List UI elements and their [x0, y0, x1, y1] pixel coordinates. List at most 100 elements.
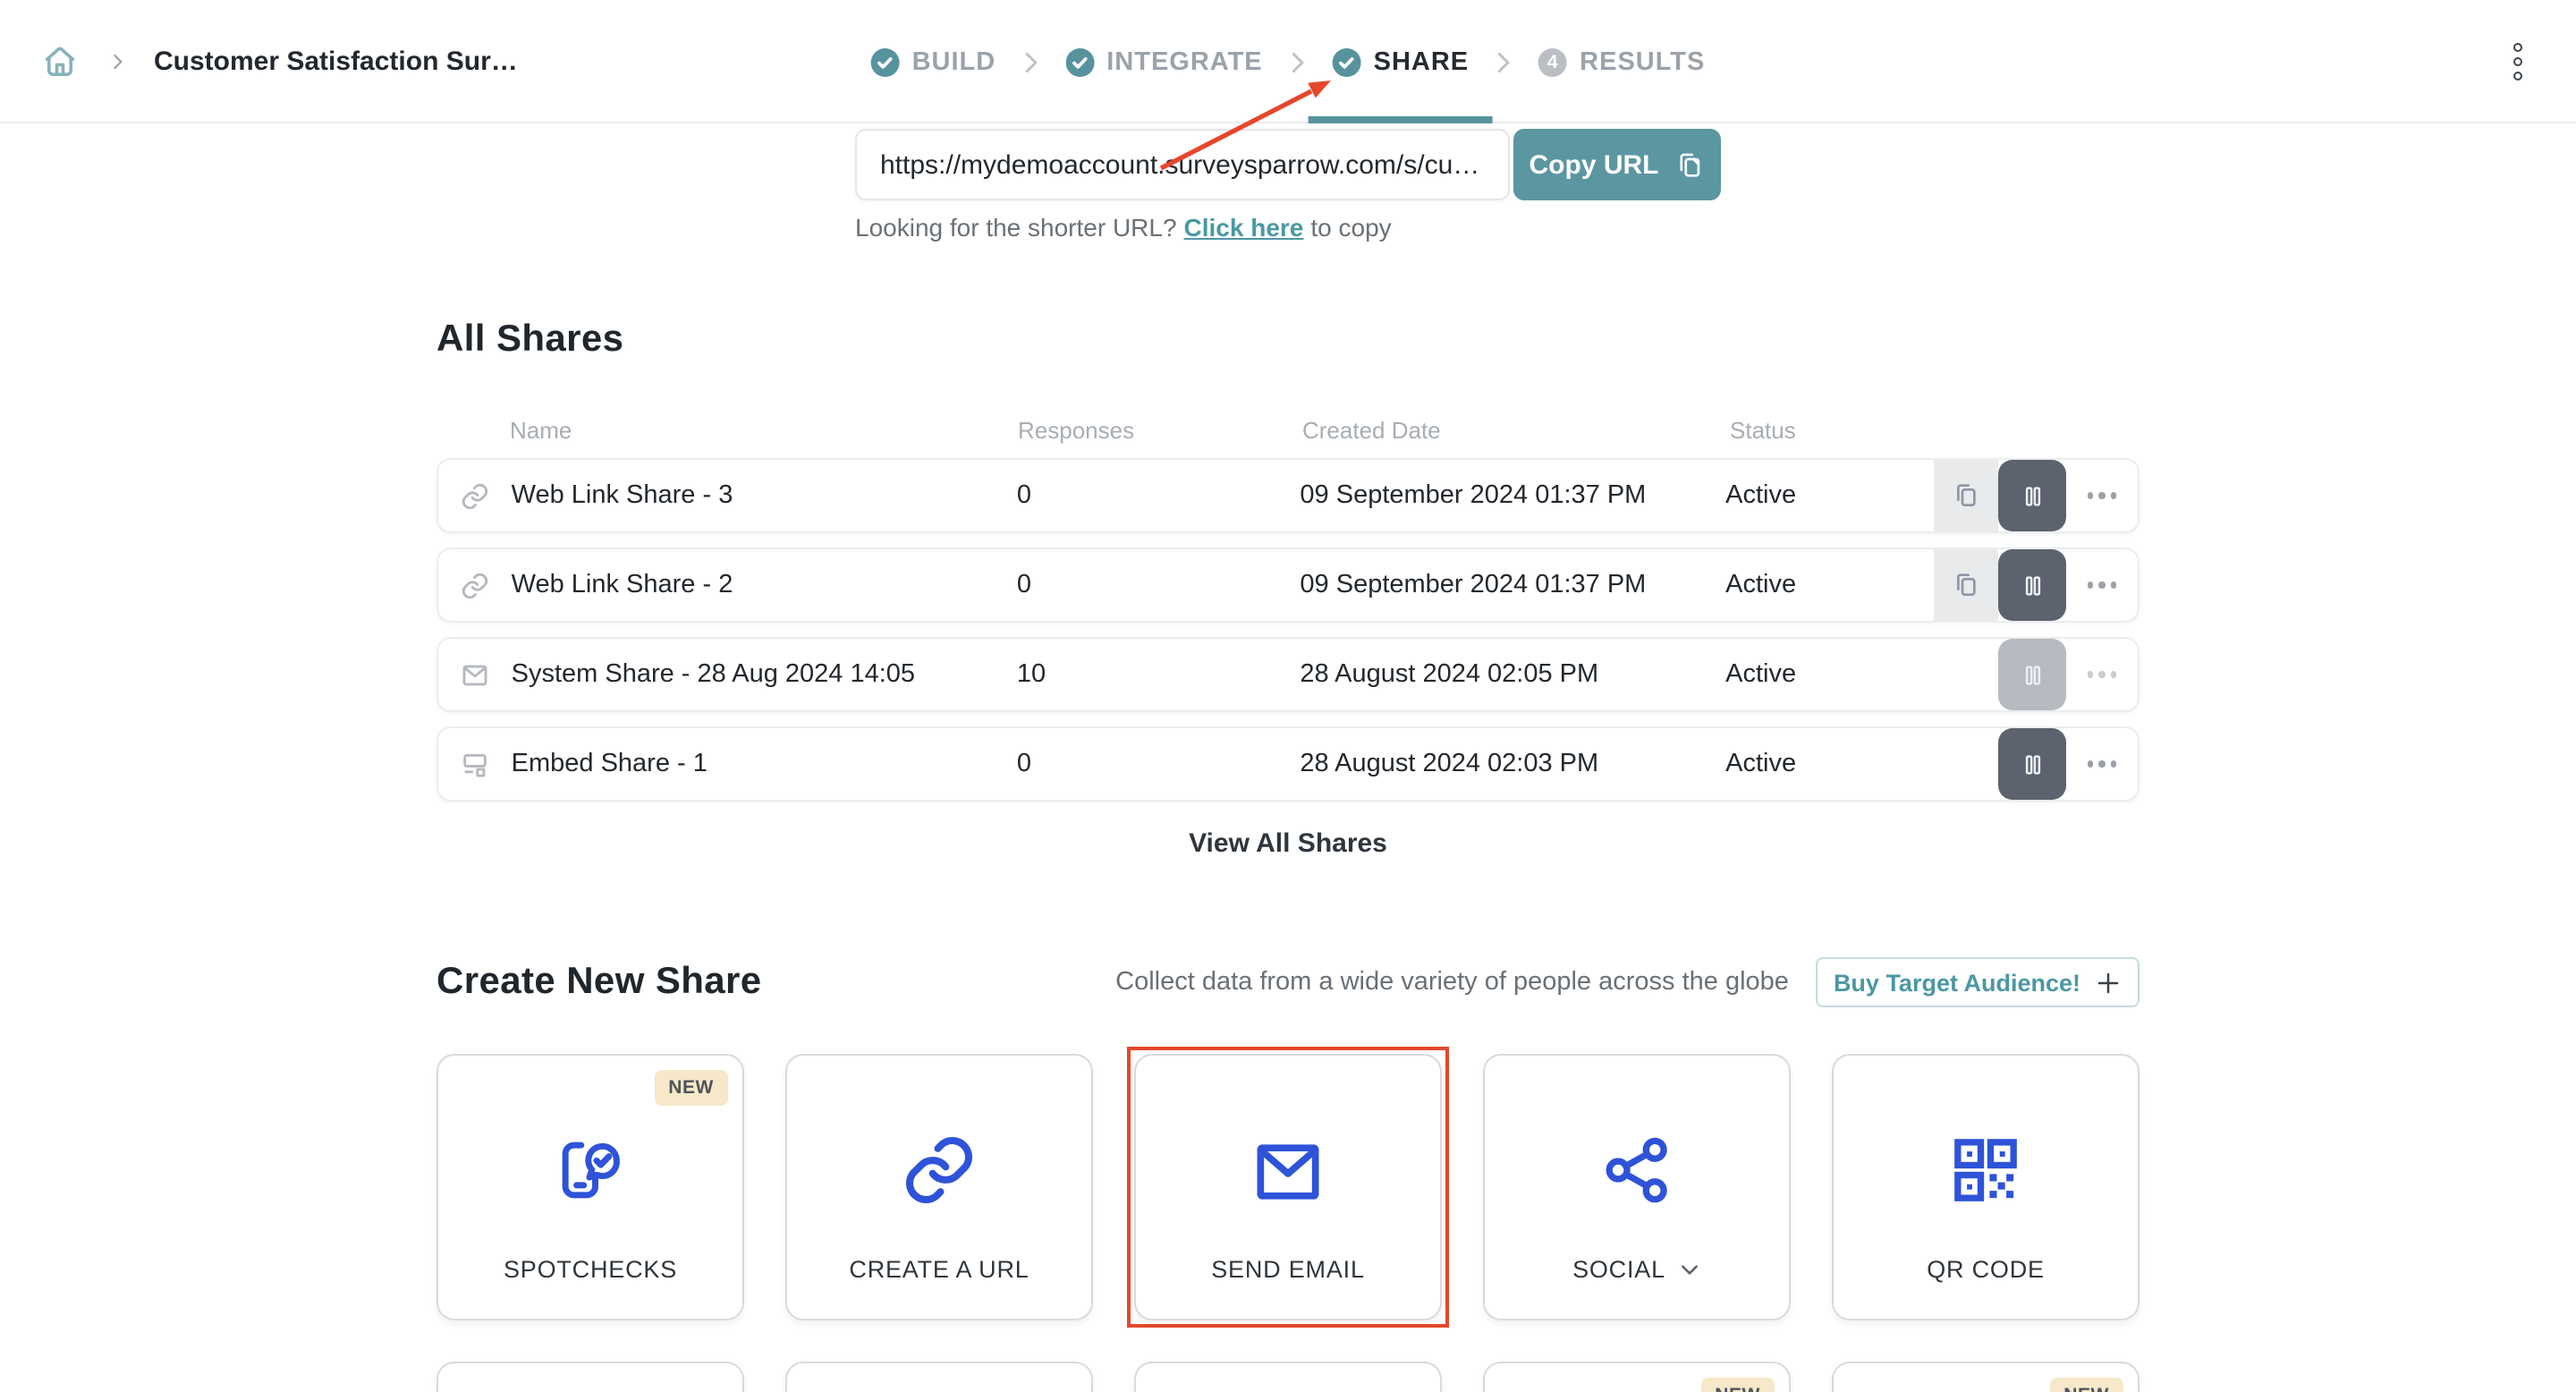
card-label: SEND EMAIL: [1136, 1256, 1440, 1283]
duplicate-share-button[interactable]: [1934, 549, 1998, 621]
pause-icon: [2019, 661, 2046, 688]
pause-share-button[interactable]: [1998, 549, 2066, 621]
breadcrumb: Customer Satisfaction Sur…: [39, 0, 518, 123]
share-url-bar: Copy URL: [0, 129, 2576, 200]
table-row[interactable]: Embed Share - 1 0 28 August 2024 02:03 P…: [436, 726, 2140, 802]
table-row[interactable]: Web Link Share - 3 0 09 September 2024 0…: [436, 458, 2140, 533]
breadcrumb-chevron-icon: [106, 50, 129, 73]
audience-subtitle: Collect data from a wide variety of peop…: [1115, 968, 1789, 997]
survey-title: Customer Satisfaction Sur…: [154, 47, 518, 77]
card-qr-code[interactable]: QR CODE: [1832, 1054, 2140, 1320]
created-date: 09 September 2024 01:37 PM: [1300, 481, 1725, 510]
card-label: CREATE A URL: [787, 1256, 1091, 1283]
plus-icon: [2095, 969, 2122, 996]
share-name: Web Link Share - 2: [512, 571, 1017, 599]
column-header-name: Name: [510, 417, 1018, 444]
column-header-created-date: Created Date: [1302, 417, 1730, 444]
chevron-right-icon: [1494, 49, 1513, 74]
new-badge: NEW: [1700, 1378, 1775, 1392]
top-navigation-bar: Customer Satisfaction Sur… BUILD INTEGRA…: [0, 0, 2576, 123]
pause-share-button[interactable]: [1998, 460, 2066, 531]
pause-share-button-disabled: [1998, 639, 2066, 710]
view-all-shares-link[interactable]: View All Shares: [436, 828, 2140, 859]
copy-icon: [1952, 571, 1980, 599]
actions-spacer: [1934, 639, 1998, 710]
status-text: Active: [1725, 750, 1934, 778]
card-partial[interactable]: NEW: [1832, 1362, 2140, 1392]
duplicate-share-button[interactable]: [1934, 460, 1998, 531]
card-partial[interactable]: [785, 1362, 1093, 1392]
new-badge: NEW: [654, 1070, 728, 1106]
card-partial[interactable]: NEW: [1483, 1362, 1791, 1392]
row-actions: [1934, 549, 2138, 621]
created-date: 28 August 2024 02:03 PM: [1300, 750, 1725, 778]
card-social[interactable]: SOCIAL: [1483, 1054, 1791, 1320]
progress-steps: BUILD INTEGRATE SHARE 4 RESULTS: [871, 0, 1706, 123]
new-badge: NEW: [2049, 1378, 2123, 1392]
table-row[interactable]: Web Link Share - 2 0 09 September 2024 0…: [436, 547, 2140, 623]
card-create-a-url[interactable]: CREATE A URL: [785, 1054, 1093, 1320]
all-shares-title: All Shares: [436, 318, 2140, 361]
shorter-url-text: Looking for the shorter URL?Click hereto…: [855, 213, 1721, 242]
mail-icon: [438, 659, 512, 690]
active-step-underline: [1309, 115, 1493, 123]
column-header-status: Status: [1730, 417, 1939, 444]
copy-url-button[interactable]: Copy URL: [1513, 129, 1721, 200]
card-spotchecks[interactable]: NEW SPOTCHECKS: [436, 1054, 744, 1320]
check-circle-icon: [871, 47, 900, 76]
step-results[interactable]: 4 RESULTS: [1538, 47, 1705, 76]
chevron-right-icon: [1288, 49, 1308, 74]
share-url-input[interactable]: [855, 129, 1510, 200]
link-icon: [438, 480, 512, 511]
card-label: SOCIAL: [1485, 1256, 1789, 1283]
create-new-share-title: Create New Share: [436, 961, 762, 1004]
card-partial[interactable]: [1134, 1362, 1442, 1392]
row-actions: [1934, 728, 2138, 800]
responses-count: 0: [1017, 481, 1301, 510]
pause-icon: [2019, 482, 2046, 509]
card-label: SPOTCHECKS: [438, 1256, 742, 1283]
share-name: Embed Share - 1: [512, 750, 1017, 778]
copy-icon: [1952, 481, 1980, 510]
row-actions: [1934, 639, 2138, 710]
chevron-down-icon: [1678, 1258, 1701, 1281]
status-text: Active: [1725, 481, 1934, 510]
more-menu-button[interactable]: [2512, 0, 2522, 123]
link-icon: [787, 1131, 1091, 1210]
link-icon: [438, 570, 512, 600]
table-row[interactable]: System Share - 28 Aug 2024 14:05 10 28 A…: [436, 637, 2140, 712]
qr-code-icon: [1834, 1131, 2138, 1210]
responses-count: 0: [1017, 750, 1301, 778]
card-partial[interactable]: [436, 1362, 744, 1392]
more-options-button[interactable]: [2066, 728, 2138, 800]
more-options-button[interactable]: [2066, 549, 2138, 621]
chevron-right-icon: [1021, 49, 1040, 74]
actions-spacer: [1934, 728, 1998, 800]
buy-target-audience-button[interactable]: Buy Target Audience!: [1816, 957, 2140, 1007]
pause-share-button[interactable]: [1998, 728, 2066, 800]
card-send-email[interactable]: SEND EMAIL: [1134, 1054, 1442, 1320]
pause-icon: [2019, 572, 2046, 598]
step-share[interactable]: SHARE: [1333, 47, 1470, 76]
row-actions: [1934, 460, 2138, 531]
check-circle-icon: [1065, 47, 1094, 76]
embed-icon: [438, 749, 512, 779]
pause-icon: [2019, 751, 2046, 777]
step-integrate[interactable]: INTEGRATE: [1065, 47, 1262, 76]
share-nodes-icon: [1485, 1131, 1789, 1210]
copy-icon: [1675, 149, 1706, 180]
responses-count: 0: [1017, 571, 1301, 599]
home-icon[interactable]: [39, 41, 80, 82]
created-date: 28 August 2024 02:05 PM: [1300, 660, 1725, 689]
mail-icon: [1136, 1131, 1440, 1213]
table-header: Name Responses Created Date Status: [436, 417, 2140, 444]
click-here-link[interactable]: Click here: [1184, 213, 1304, 242]
more-options-button[interactable]: [2066, 639, 2138, 710]
status-text: Active: [1725, 660, 1934, 689]
step-build[interactable]: BUILD: [871, 47, 996, 76]
spotchecks-icon: [438, 1131, 742, 1210]
share-name: Web Link Share - 3: [512, 481, 1017, 510]
created-date: 09 September 2024 01:37 PM: [1300, 571, 1725, 599]
card-label: QR CODE: [1834, 1256, 2138, 1283]
more-options-button[interactable]: [2066, 460, 2138, 531]
